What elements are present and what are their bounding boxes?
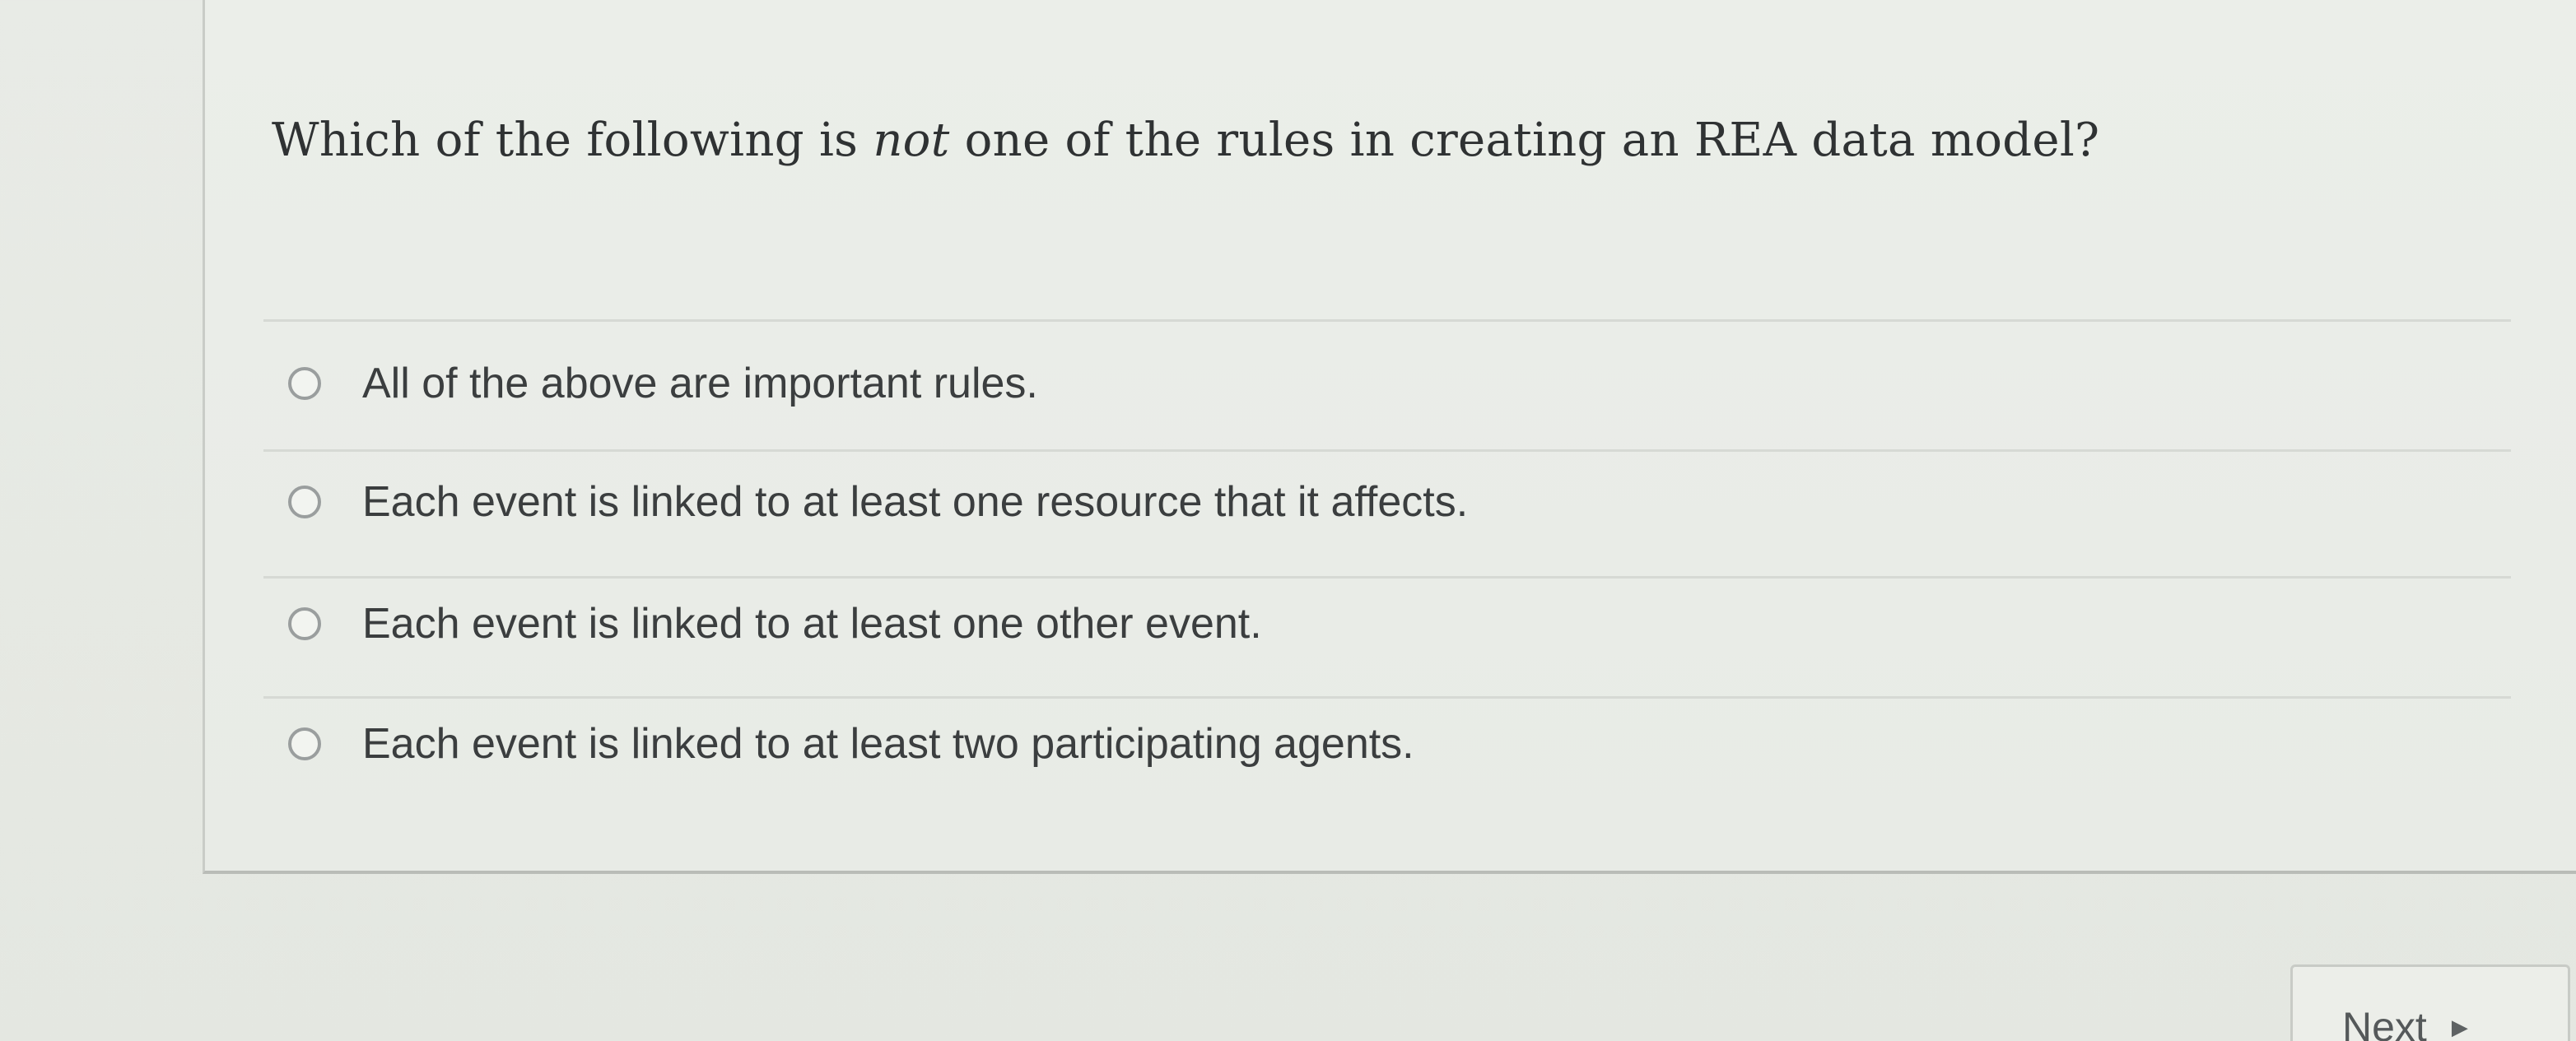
option-divider	[263, 319, 2511, 322]
next-button[interactable]: Next ▶	[2290, 964, 2570, 1041]
next-button-label: Next	[2342, 1004, 2427, 1041]
answer-option-3[interactable]: Each event is linked to at least one oth…	[288, 599, 1262, 648]
option-divider	[263, 576, 2511, 579]
radio-button[interactable]	[288, 367, 321, 400]
radio-button[interactable]	[288, 727, 321, 760]
answer-option-label: Each event is linked to at least two par…	[362, 720, 1414, 768]
answer-option-2[interactable]: Each event is linked to at least one res…	[288, 477, 1468, 527]
option-divider	[263, 449, 2511, 452]
answer-option-label: All of the above are important rules.	[362, 360, 1038, 407]
option-divider	[263, 696, 2511, 699]
answer-option-label: Each event is linked to at least one res…	[362, 478, 1469, 526]
question-emphasis: not	[873, 114, 950, 167]
question-text-end: one of the rules in creating an REA data…	[949, 114, 2100, 167]
radio-button[interactable]	[288, 486, 321, 518]
answer-option-4[interactable]: Each event is linked to at least two par…	[288, 719, 1414, 769]
answer-option-1[interactable]: All of the above are important rules.	[288, 359, 1038, 408]
triangle-right-icon: ▶	[2451, 1015, 2468, 1039]
question-text-start: Which of the following is	[272, 114, 873, 167]
question-text: Which of the following is not one of the…	[272, 114, 2099, 167]
radio-button[interactable]	[288, 607, 321, 640]
answer-option-label: Each event is linked to at least one oth…	[362, 600, 1262, 648]
